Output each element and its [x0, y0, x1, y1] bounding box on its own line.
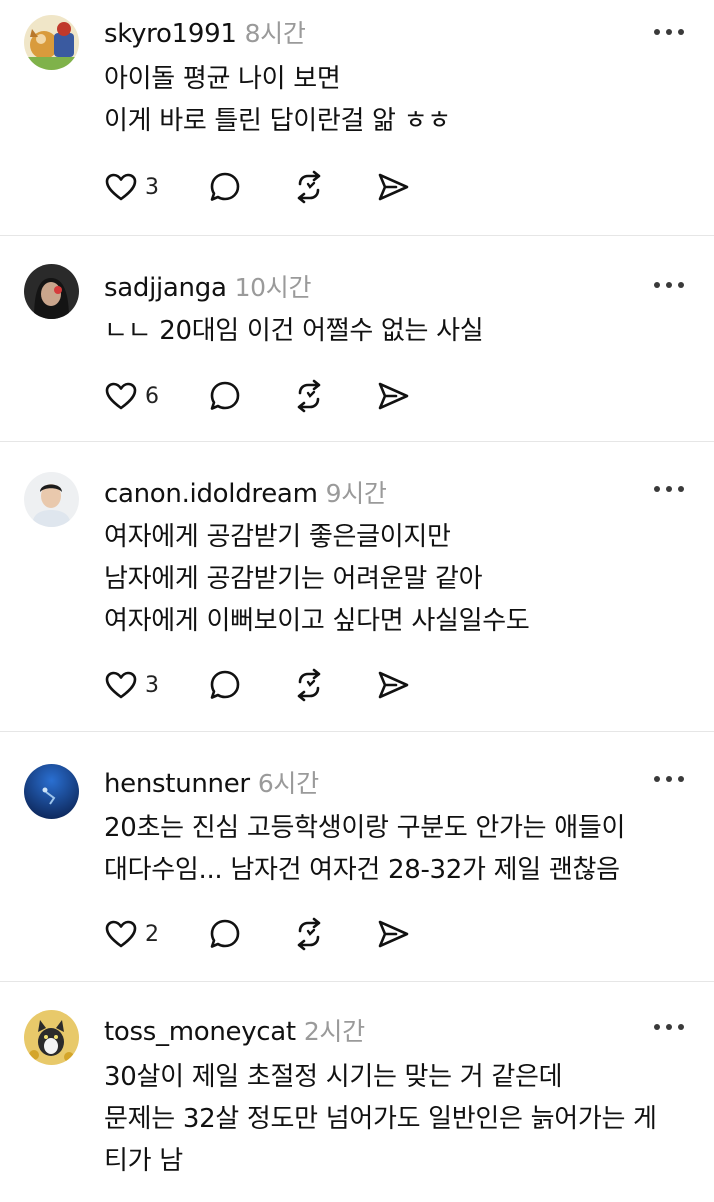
action-bar: 6	[104, 379, 424, 413]
action-bar: 2	[104, 917, 424, 951]
like-count: 6	[145, 383, 159, 409]
username[interactable]: toss_moneycat 2시간	[104, 1012, 365, 1048]
timestamp: 6시간	[257, 769, 319, 798]
like-count: 3	[145, 672, 159, 698]
comment-line: 여자에게 이뻐보이고 싶다면 사실일수도	[104, 606, 530, 636]
like-button[interactable]: 3	[104, 668, 159, 702]
timestamp: 2시간	[303, 1017, 365, 1046]
like-count: 3	[145, 174, 159, 200]
heart-icon	[105, 173, 137, 201]
username-text[interactable]: toss_moneycat	[104, 1017, 296, 1047]
repost-icon	[297, 170, 321, 204]
more-options-icon[interactable]	[654, 280, 684, 290]
comment-post: sadjjanga 10시간 ㄴㄴ 20대임 이건 어쩔수 없는 사실 6	[0, 236, 714, 442]
comment-line: 여자에게 공감받기 좋은글이지만	[104, 522, 451, 552]
more-options-icon[interactable]	[654, 1022, 684, 1032]
comment-icon	[210, 919, 240, 948]
comment-line: 남자에게 공감받기는 어려운말 같아	[104, 564, 483, 594]
comment-line: 문제는 32살 정도만 넘어가도 일반인은 늙어가는 게	[104, 1104, 657, 1134]
share-button[interactable]	[376, 917, 410, 951]
username-text[interactable]: sadjjanga	[104, 273, 227, 303]
repost-icon	[297, 668, 321, 702]
like-button[interactable]: 3	[104, 170, 159, 204]
heart-icon	[105, 671, 137, 699]
comment-post: skyro1991 8시간 아이돌 평균 나이 보면 이게 바로 틀린 답이란걸 …	[0, 0, 714, 236]
comment-icon	[210, 670, 240, 699]
more-options-icon[interactable]	[654, 27, 684, 37]
comment-text: 30살이 제일 초절정 시기는 맞는 거 같은데 문제는 32살 정도만 넘어가…	[104, 1056, 657, 1182]
repost-icon	[297, 379, 321, 413]
comment-post: henstunner 6시간 20초는 진심 고등학생이랑 구분도 안가는 애들이…	[0, 732, 714, 982]
timestamp: 8시간	[244, 19, 306, 48]
avatar[interactable]	[24, 472, 79, 527]
repost-icon	[297, 917, 321, 951]
action-bar: 3	[104, 170, 424, 204]
username-text[interactable]: skyro1991	[104, 19, 237, 49]
username-text[interactable]: canon.idoldream	[104, 479, 318, 509]
more-options-icon[interactable]	[654, 484, 684, 494]
timestamp: 10시간	[234, 273, 312, 302]
comment-line: 티가 남	[104, 1146, 183, 1176]
reply-button[interactable]	[208, 917, 242, 951]
reply-button[interactable]	[208, 379, 242, 413]
reply-button[interactable]	[208, 668, 242, 702]
reply-button[interactable]	[208, 170, 242, 204]
avatar[interactable]	[24, 1010, 79, 1065]
heart-icon	[105, 382, 137, 410]
send-icon	[378, 671, 409, 699]
comment-icon	[210, 381, 240, 410]
repost-button[interactable]	[292, 668, 326, 702]
comment-icon	[210, 172, 240, 201]
repost-button[interactable]	[292, 170, 326, 204]
comment-post: canon.idoldream 9시간 여자에게 공감받기 좋은글이지만 남자에게…	[0, 442, 714, 732]
comment-line: 이게 바로 틀린 답이란걸 앎 ㅎㅎ	[104, 106, 451, 136]
comment-line: 30살이 제일 초절정 시기는 맞는 거 같은데	[104, 1062, 563, 1092]
comment-text: ㄴㄴ 20대임 이건 어쩔수 없는 사실	[104, 310, 484, 352]
like-button[interactable]: 6	[104, 379, 159, 413]
username[interactable]: canon.idoldream 9시간	[104, 474, 387, 510]
like-count: 2	[145, 921, 159, 947]
repost-button[interactable]	[292, 917, 326, 951]
username-text[interactable]: henstunner	[104, 769, 250, 799]
username[interactable]: sadjjanga 10시간	[104, 268, 312, 304]
repost-button[interactable]	[292, 379, 326, 413]
username[interactable]: henstunner 6시간	[104, 764, 319, 800]
heart-icon	[105, 920, 137, 948]
comment-line: 아이돌 평균 나이 보면	[104, 64, 341, 94]
send-icon	[378, 920, 409, 948]
more-options-icon[interactable]	[654, 774, 684, 784]
username[interactable]: skyro1991 8시간	[104, 14, 306, 50]
share-button[interactable]	[376, 170, 410, 204]
action-bar: 3	[104, 668, 424, 702]
comment-line: 대다수임... 남자건 여자건 28-32가 제일 괜찮음	[104, 855, 620, 885]
comment-line: 20초는 진심 고등학생이랑 구분도 안가는 애들이	[104, 813, 626, 843]
avatar[interactable]	[24, 264, 79, 319]
comment-line: ㄴㄴ 20대임 이건 어쩔수 없는 사실	[104, 316, 484, 346]
send-icon	[378, 382, 409, 410]
share-button[interactable]	[376, 379, 410, 413]
comment-text: 여자에게 공감받기 좋은글이지만 남자에게 공감받기는 어려운말 같아 여자에게…	[104, 516, 530, 642]
comment-text: 20초는 진심 고등학생이랑 구분도 안가는 애들이 대다수임... 남자건 여…	[104, 807, 625, 891]
send-icon	[378, 173, 409, 201]
like-button[interactable]: 2	[104, 917, 159, 951]
comment-post: toss_moneycat 2시간 30살이 제일 초절정 시기는 맞는 거 같은…	[0, 982, 714, 1202]
comment-text: 아이돌 평균 나이 보면 이게 바로 틀린 답이란걸 앎 ㅎㅎ	[104, 58, 451, 142]
avatar[interactable]	[24, 764, 79, 819]
share-button[interactable]	[376, 668, 410, 702]
avatar[interactable]	[24, 15, 79, 70]
timestamp: 9시간	[325, 479, 387, 508]
